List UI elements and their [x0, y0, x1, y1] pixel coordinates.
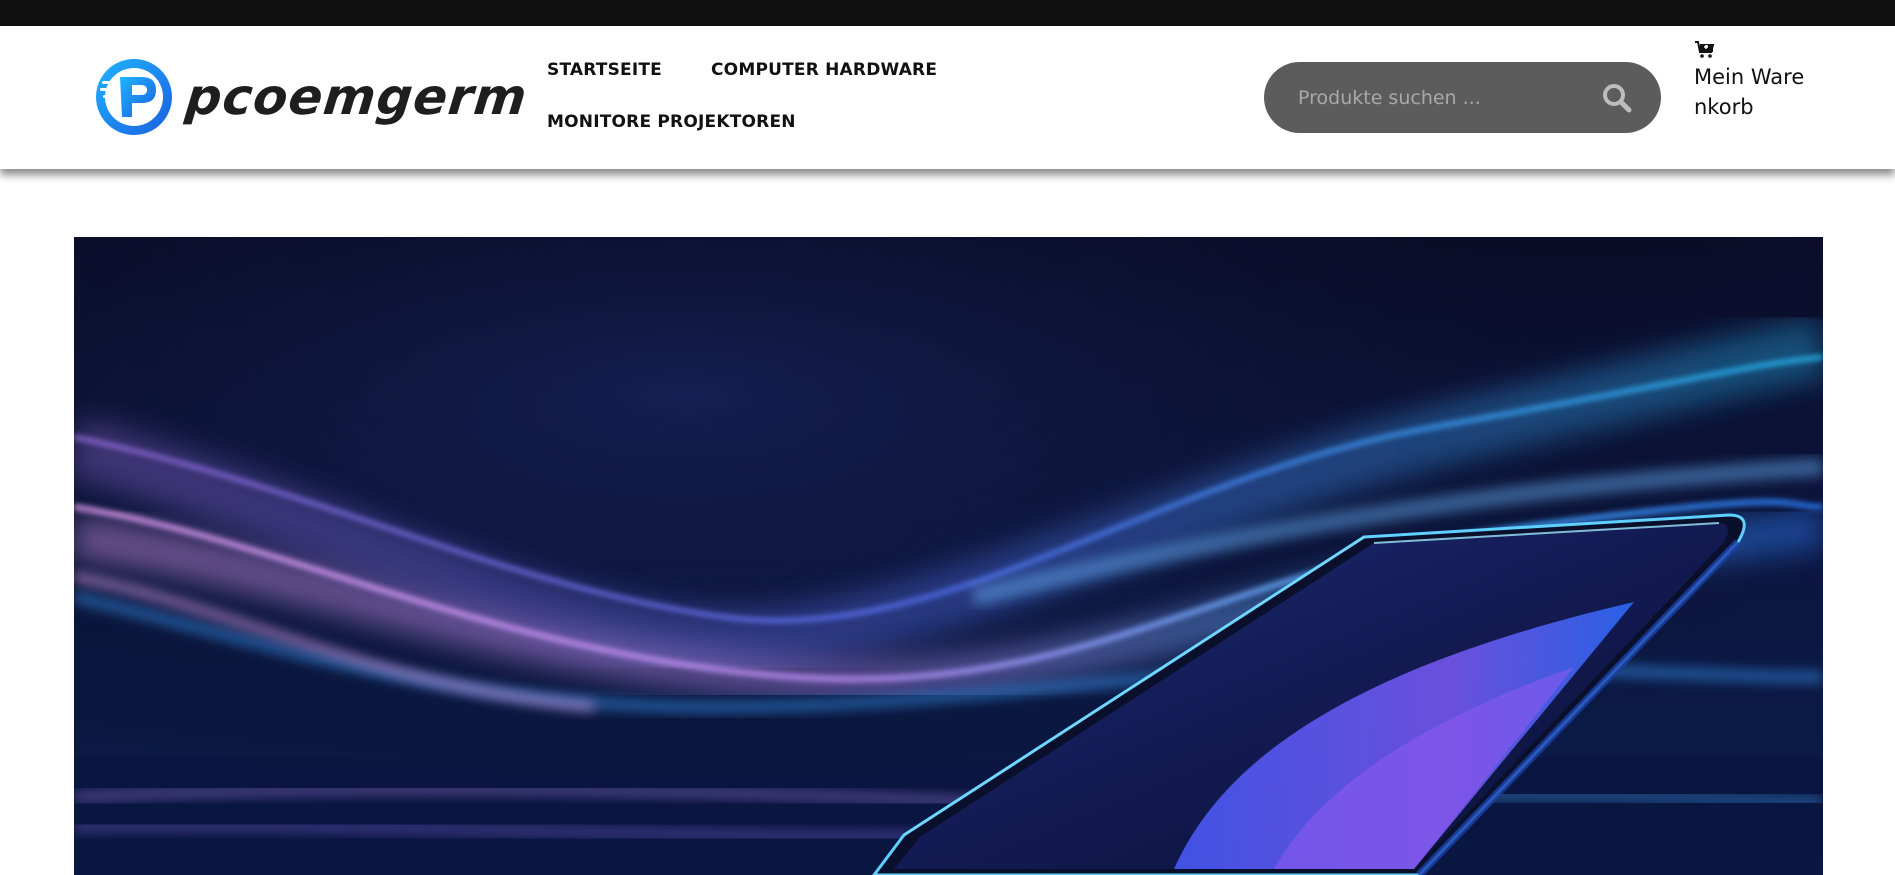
- cart-link[interactable]: Mein Warenkorb: [1694, 40, 1814, 122]
- search-bar: [1264, 62, 1661, 133]
- cart-icon: [1695, 41, 1715, 58]
- top-bar: [0, 0, 1895, 26]
- nav-startseite[interactable]: STARTSEITE: [547, 60, 662, 80]
- smartphone-light-waves-banner: [74, 237, 1823, 875]
- logo-link[interactable]: pcoemgerm: [94, 57, 530, 137]
- pcoemgerm-logo-icon: [96, 59, 172, 135]
- search-icon[interactable]: [1601, 82, 1633, 114]
- search-input[interactable]: [1298, 62, 1578, 133]
- hero-banner[interactable]: [74, 237, 1823, 875]
- nav-monitore-projektoren[interactable]: MONITORE PROJEKTOREN: [547, 112, 796, 132]
- cart-label: Mein Warenkorb: [1694, 65, 1805, 119]
- site-header: pcoemgerm STARTSEITE COMPUTER HARDWARE M…: [0, 26, 1895, 169]
- nav-computer-hardware[interactable]: COMPUTER HARDWARE: [711, 60, 937, 80]
- brand-name: pcoemgerm: [182, 68, 531, 126]
